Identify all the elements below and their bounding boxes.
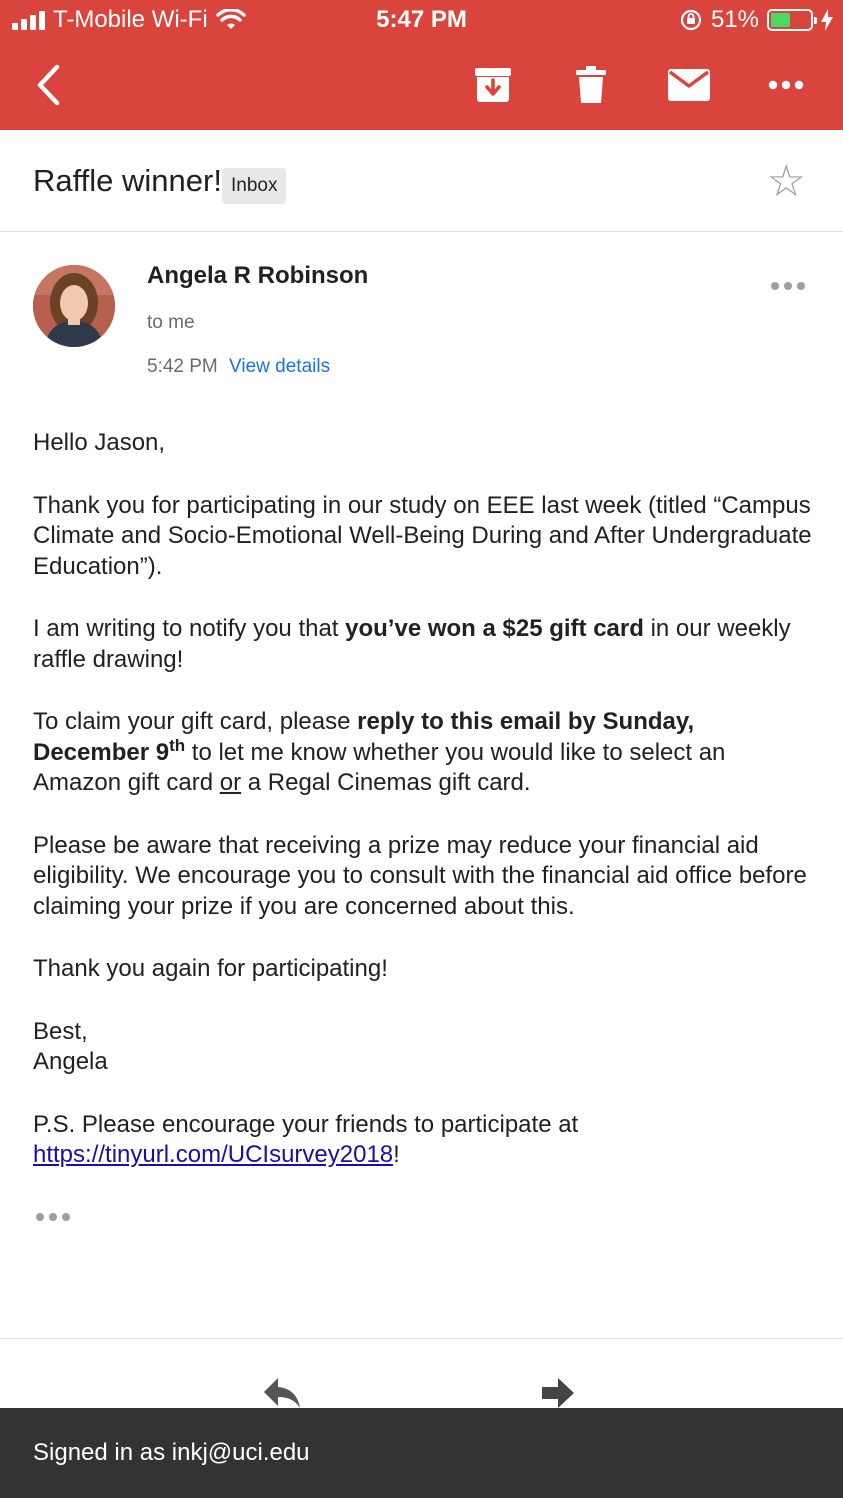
email-meta: 5:42 PM View details [147, 356, 330, 378]
body-paragraph-1: Thank you for participating in our study… [33, 491, 812, 580]
mark-unread-button[interactable] [665, 60, 713, 110]
survey-link[interactable]: https://tinyurl.com/UCIsurvey2018 [33, 1141, 393, 1168]
divider [0, 1338, 843, 1339]
subject-row: Raffle winner! Inbox ☆ [0, 130, 843, 232]
back-icon [37, 64, 60, 106]
email-body: Hello Jason, Thank you for participating… [33, 428, 813, 1203]
recipient-label: to me [147, 312, 195, 333]
signed-in-label: Signed in as inkj@uci.edu [33, 1439, 310, 1466]
battery-icon [767, 9, 817, 31]
inbox-label[interactable]: Inbox [222, 168, 287, 204]
prize-text: you’ve won a $25 gift card [345, 615, 644, 642]
mark-unread-icon [668, 69, 710, 101]
message-more-icon[interactable] [771, 282, 805, 290]
archive-icon [475, 68, 511, 102]
back-button[interactable] [28, 60, 68, 110]
charging-icon [821, 9, 833, 31]
orientation-lock-icon [680, 9, 702, 31]
email-subject: Raffle winner! [33, 163, 222, 198]
body-paragraph-5: Thank you again for participating! [33, 955, 388, 982]
more-icon [768, 80, 804, 90]
avatar-photo [33, 265, 115, 347]
greeting: Hello Jason, [33, 429, 166, 456]
body-paragraph-3: To claim your gift card, please reply to… [33, 708, 726, 796]
app-header: T-Mobile Wi-Fi 5:47 PM 51% [0, 0, 843, 130]
delete-button[interactable] [570, 60, 612, 110]
view-details-link[interactable]: View details [229, 356, 330, 377]
archive-button[interactable] [470, 60, 516, 110]
email-time: 5:42 PM [147, 356, 218, 377]
signature-block: Best, Angela [33, 1017, 108, 1076]
battery-level [771, 13, 791, 27]
status-right: 51% [679, 6, 833, 34]
more-options-button[interactable] [765, 60, 807, 110]
delete-icon [576, 66, 606, 103]
star-icon[interactable]: ☆ [767, 160, 806, 204]
postscript: P.S. Please encourage your friends to pa… [33, 1110, 579, 1169]
battery-percent: 51% [710, 6, 759, 33]
show-trimmed-content-icon[interactable] [36, 1213, 70, 1221]
status-bar: T-Mobile Wi-Fi 5:47 PM 51% [0, 0, 843, 42]
sender-name[interactable]: Angela R Robinson [147, 262, 368, 290]
email-toolbar [0, 50, 843, 120]
body-paragraph-2: I am writing to notify you that you’ve w… [33, 615, 791, 673]
body-paragraph-4: Please be aware that receiving a prize m… [33, 831, 807, 920]
account-footer: Signed in as inkj@uci.edu [0, 1408, 843, 1498]
avatar[interactable] [33, 265, 115, 347]
